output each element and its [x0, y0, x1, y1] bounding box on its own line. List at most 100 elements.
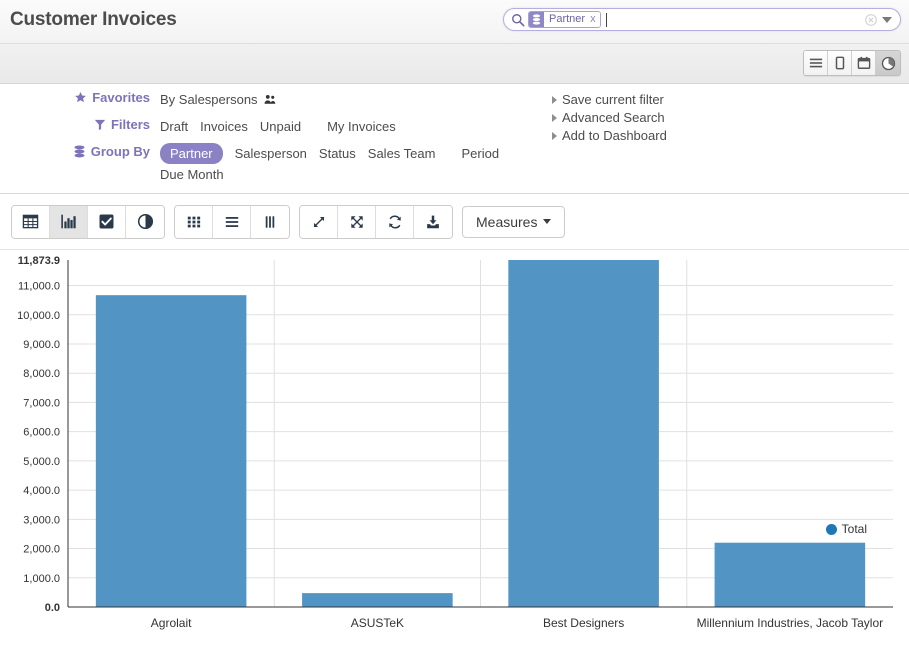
svg-text:ASUSTeK: ASUSTeK	[351, 616, 404, 630]
grid-button[interactable]	[175, 205, 213, 238]
svg-text:11,000.0: 11,000.0	[18, 281, 60, 293]
close-icon[interactable]: x	[589, 12, 600, 27]
refresh-icon	[388, 215, 401, 228]
save-current-filter-label: Save current filter	[562, 92, 664, 107]
search-view[interactable]: Partner x	[503, 8, 901, 31]
group-by-item-period[interactable]: Period	[461, 143, 499, 164]
measures-label: Measures	[476, 213, 538, 230]
legend-label-total: Total	[841, 522, 867, 536]
bar-chart-svg: 11,873.9 11,000.0 10,000.0 9,000.0 8,000.0 7,…	[17, 255, 893, 630]
svg-text:7,000.0: 7,000.0	[23, 397, 60, 409]
group-by-item-status[interactable]: Status	[319, 143, 356, 164]
filters-header[interactable]: Filters	[0, 111, 160, 138]
group-by-row: Group By Partner Salesperson Status Sale…	[0, 138, 540, 185]
measures-button[interactable]: Measures	[462, 205, 566, 238]
pivot-table-button[interactable]	[12, 205, 50, 238]
chart-legend[interactable]: Total	[825, 522, 867, 536]
filter-item-draft[interactable]: Draft	[160, 116, 188, 137]
download-button[interactable]	[414, 205, 452, 238]
columns-button[interactable]	[251, 205, 289, 238]
download-icon	[427, 215, 439, 228]
bar-1	[302, 593, 453, 607]
svg-text:0.0: 0.0	[45, 602, 60, 614]
filters-items: Draft Invoices Unpaid My Invoices	[160, 111, 540, 137]
favorite-item-by-salespersons[interactable]: By Salespersons	[160, 89, 276, 111]
view-switcher[interactable]	[803, 50, 901, 76]
search-facet-label: Partner	[544, 12, 590, 27]
svg-text:5,000.0: 5,000.0	[23, 456, 60, 468]
chevron-down-icon	[543, 219, 552, 224]
bar-chart-button[interactable]	[50, 205, 88, 238]
fold-all-button[interactable]	[338, 205, 376, 238]
svg-text:3,000.0: 3,000.0	[23, 514, 60, 526]
bar-0	[95, 295, 247, 607]
filter-item-my-invoices[interactable]: My Invoices	[327, 116, 396, 137]
checkbox-icon	[99, 214, 114, 229]
filter-icon	[94, 119, 106, 131]
favorites-items: By Salespersons	[160, 84, 540, 111]
group-by-item-salesperson[interactable]: Salesperson	[235, 143, 307, 164]
view-switcher-band	[0, 44, 909, 84]
bar-3	[714, 542, 866, 607]
graph-view-button[interactable]	[876, 51, 900, 75]
group-by-item-partner[interactable]: Partner	[160, 143, 223, 164]
line-chart-button[interactable]	[88, 205, 126, 238]
group-by-item-sales-team[interactable]: Sales Team	[368, 143, 436, 164]
svg-text:10,000.0: 10,000.0	[17, 310, 60, 322]
group-by-header[interactable]: Group By	[0, 138, 160, 165]
half-circle-icon	[137, 213, 153, 230]
rows-icon	[225, 216, 238, 227]
svg-text:Best Designers: Best Designers	[543, 616, 624, 630]
graph-view-chart: Total 11,873.9 11,000.0 10,000.0 9,000.0 8,0…	[0, 250, 909, 650]
filter-item-unpaid[interactable]: Unpaid	[260, 116, 301, 137]
calendar-view-button[interactable]	[852, 51, 876, 75]
legend-color-swatch	[825, 523, 837, 535]
group-by-item-due-month[interactable]: Due Month	[160, 164, 224, 185]
search-panel-actions: Save current filter Advanced Search Add …	[552, 91, 667, 145]
search-input-area[interactable]	[601, 9, 865, 30]
svg-text:Agrolait: Agrolait	[151, 616, 192, 630]
advanced-search-action[interactable]: Advanced Search	[552, 109, 667, 127]
layout-button-group	[174, 204, 290, 239]
page-title: Customer Invoices	[10, 9, 177, 30]
advanced-search-label: Advanced Search	[562, 110, 665, 125]
refresh-button[interactable]	[376, 205, 414, 238]
triangle-right-icon	[552, 132, 557, 140]
group-by-icon	[74, 145, 85, 158]
list-view-button[interactable]	[804, 51, 828, 75]
rows-button[interactable]	[213, 205, 251, 238]
filters-row: Filters Draft Invoices Unpaid My Invoice…	[0, 111, 540, 138]
filter-item-invoices[interactable]: Invoices	[200, 116, 248, 137]
svg-text:6,000.0: 6,000.0	[23, 427, 60, 439]
table-icon	[22, 214, 39, 229]
bar-chart-icon	[61, 214, 76, 229]
triangle-right-icon	[552, 96, 557, 104]
bar-2	[508, 260, 659, 607]
favorite-item-label: By Salespersons	[160, 92, 258, 107]
search-options-panel: Favorites By Salespersons Filters Draft …	[0, 84, 909, 194]
expand-diagonal-icon	[313, 216, 324, 227]
star-icon	[75, 91, 87, 103]
group-by-items: Partner Salesperson Status Sales Team Pe…	[160, 138, 540, 185]
chevron-down-icon[interactable]	[882, 16, 892, 23]
search-input[interactable]	[606, 12, 865, 27]
favorites-label: Favorites	[92, 90, 150, 105]
filters-label: Filters	[110, 117, 150, 132]
svg-text:Millennium Industries, Jacob T: Millennium Industries, Jacob Taylor	[697, 616, 884, 630]
save-current-filter-action[interactable]: Save current filter	[552, 91, 667, 109]
group-by-icon	[529, 12, 544, 27]
search-facet-partner[interactable]: Partner x	[528, 11, 601, 28]
expand-button[interactable]	[300, 205, 338, 238]
search-panel-left: Favorites By Salespersons Filters Draft …	[0, 84, 540, 185]
pie-chart-button[interactable]	[126, 205, 164, 238]
arrows-out-icon	[350, 215, 363, 228]
svg-text:1,000.0: 1,000.0	[23, 573, 60, 585]
add-to-dashboard-label: Add to Dashboard	[562, 128, 667, 143]
favorites-row: Favorites By Salespersons	[0, 84, 540, 111]
favorites-header[interactable]: Favorites	[0, 84, 160, 111]
clear-icon[interactable]	[865, 13, 877, 26]
svg-text:9,000.0: 9,000.0	[23, 339, 60, 351]
add-to-dashboard-action[interactable]: Add to Dashboard	[552, 127, 667, 145]
svg-text:2,000.0: 2,000.0	[23, 544, 60, 556]
form-view-button[interactable]	[828, 51, 852, 75]
